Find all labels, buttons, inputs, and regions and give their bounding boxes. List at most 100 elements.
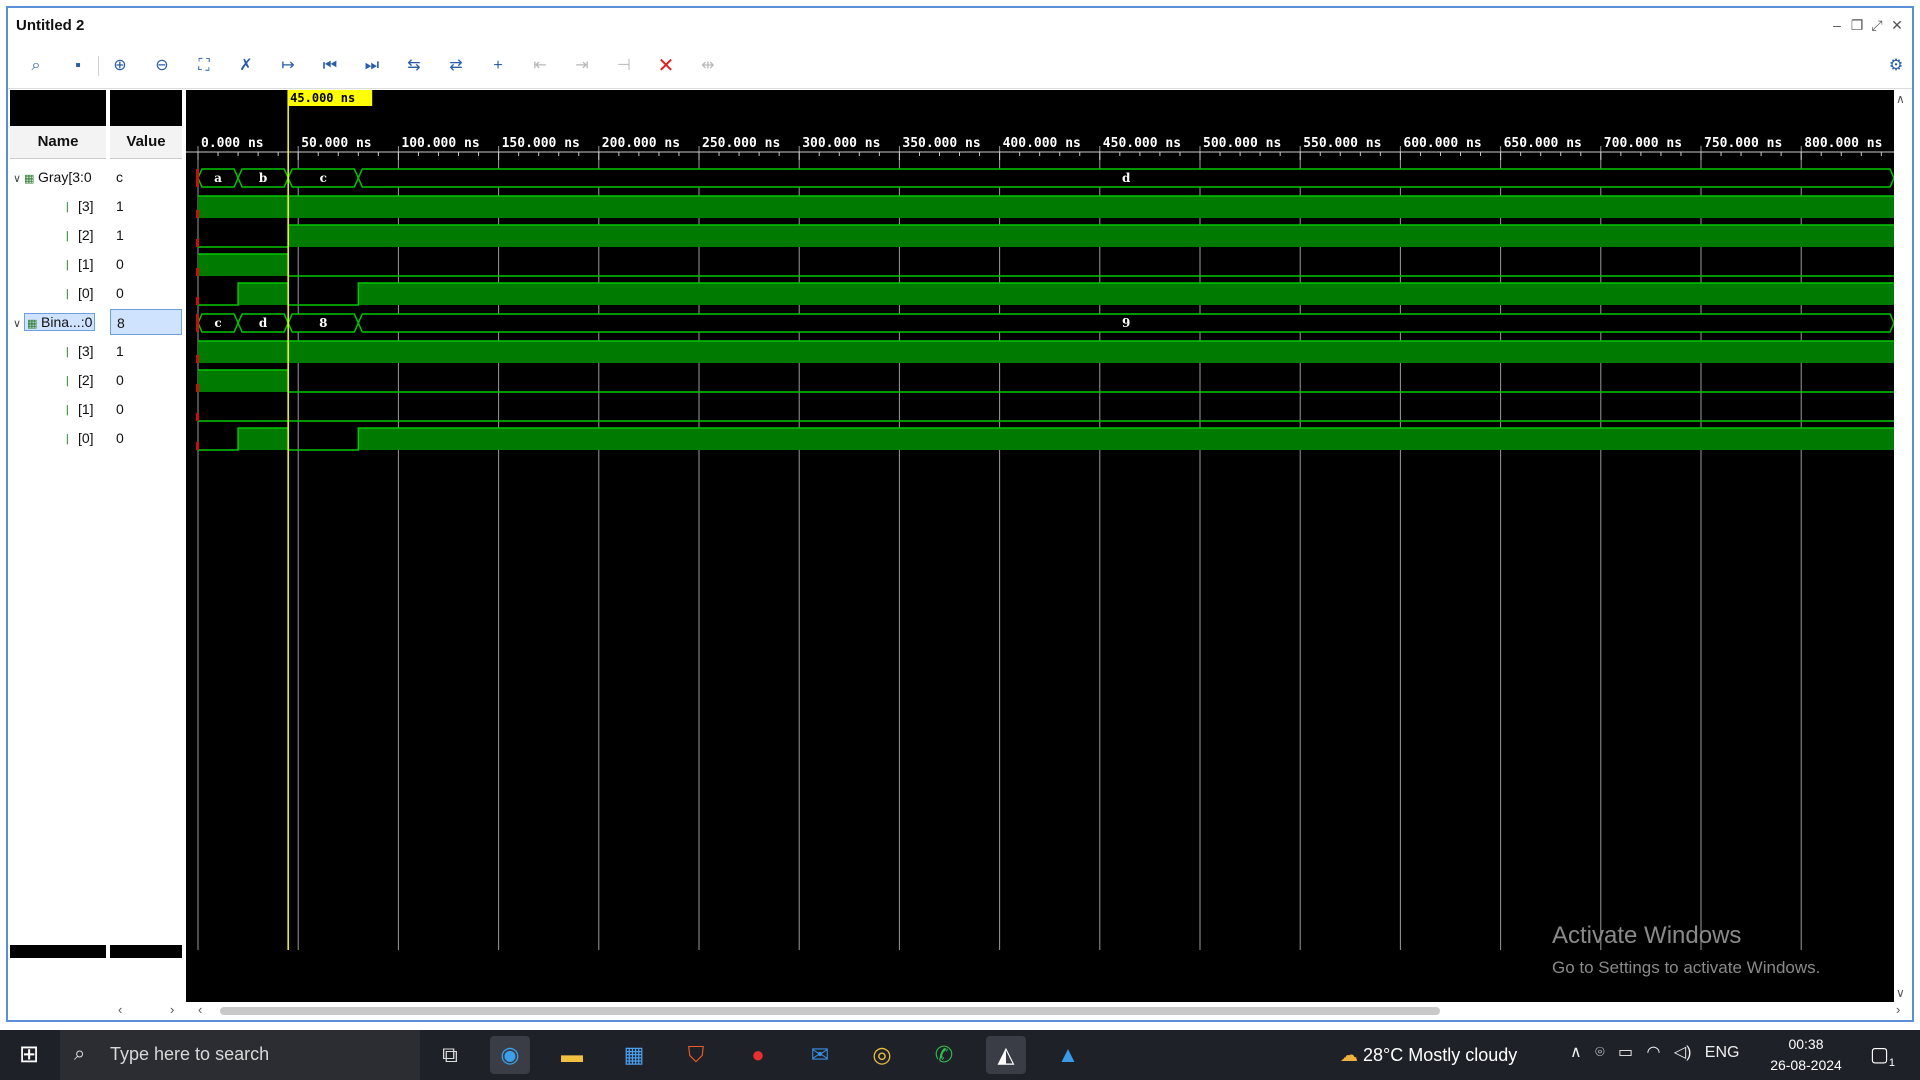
search-icon[interactable]: ⌕ <box>24 54 48 78</box>
horizontal-scrollbar[interactable]: ‹ › ‹ › <box>10 1002 1910 1020</box>
wifi-icon[interactable]: ◠ <box>1646 1044 1660 1061</box>
bit-high-fill <box>198 254 289 276</box>
language-indicator[interactable]: ENG <box>1705 1044 1740 1061</box>
unknown-marker <box>196 297 199 305</box>
windows-start-icon[interactable]: ⊞ <box>16 1042 42 1068</box>
scroll-right-icon[interactable]: › <box>1896 1002 1900 1017</box>
bit-icon: ᛁ <box>64 289 71 301</box>
name-panel-footer <box>10 958 106 1008</box>
photos-icon[interactable]: ▲ <box>1048 1036 1088 1074</box>
minimize-icon[interactable]: – <box>1828 16 1846 34</box>
bit-high-fill <box>238 283 289 305</box>
next-transition-icon[interactable]: ⏭ <box>360 54 384 78</box>
scroll-up-icon[interactable]: ∧ <box>1896 92 1905 106</box>
bit-icon: ᛁ <box>64 347 71 359</box>
waveform-canvas[interactable]: 0.000 ns 50.000 ns 100.000 ns 150.000 ns 200… <box>186 90 1902 1002</box>
wps-icon[interactable]: ● <box>738 1036 778 1074</box>
float-icon[interactable]: ⤢ <box>1868 16 1886 34</box>
chevron-up-icon[interactable]: ∧ <box>1570 1044 1582 1061</box>
signal-name[interactable]: ᛁ [2] <box>10 367 106 393</box>
scroll-thumb[interactable] <box>220 1007 1440 1015</box>
clock[interactable]: 00:38 26-08-2024 <box>1766 1034 1846 1076</box>
unknown-marker <box>196 268 199 276</box>
battery-icon[interactable]: ▭ <box>1618 1044 1633 1061</box>
signal-name[interactable]: ᛁ [1] <box>10 251 106 277</box>
signal-name[interactable]: ᛁ [0] <box>10 425 106 451</box>
previous-marker-icon[interactable]: ⇤ <box>528 54 552 78</box>
clock-date: 26-08-2024 <box>1770 1057 1842 1073</box>
whatsapp-icon[interactable]: ✆ <box>924 1036 964 1074</box>
store-icon[interactable]: ▦ <box>614 1036 654 1074</box>
signal-name[interactable]: ᛁ [1] <box>10 396 106 422</box>
restore-icon[interactable]: ❐ <box>1848 16 1866 34</box>
remove-marker-icon[interactable]: ✕ <box>654 54 678 78</box>
swap-cursor-icon[interactable]: ⊣ <box>612 54 636 78</box>
signal-name-binary[interactable]: ∨ ▦ Bina...:0 <box>10 309 106 335</box>
signal-value: 0 <box>116 285 124 301</box>
time-tick-label: 450.000 ns <box>1103 136 1181 151</box>
scroll-right-icon[interactable]: › <box>170 1002 174 1017</box>
bit-icon: ᛁ <box>64 260 71 272</box>
file-explorer-icon[interactable]: ▬ <box>552 1036 592 1074</box>
bus-value-label: a <box>214 171 222 185</box>
next-marker-icon[interactable]: ⇥ <box>570 54 594 78</box>
go-to-cursor-icon[interactable]: ↦ <box>276 54 300 78</box>
title-bar: Untitled 2 – ❐ ⤢ ✕ <box>8 8 1912 44</box>
taskbar-search[interactable]: ⌕ Type here to search <box>60 1030 420 1080</box>
clock-time: 00:38 <box>1788 1036 1824 1052</box>
value-header[interactable]: Value <box>110 126 182 159</box>
notification-icon[interactable]: ▢1 <box>1870 1042 1895 1069</box>
volume-icon[interactable]: ◁) <box>1674 1044 1692 1061</box>
time-tick-label: 200.000 ns <box>602 136 680 151</box>
task-view-icon[interactable]: ⧉ <box>430 1036 470 1074</box>
swap-icon[interactable]: ⇆ <box>402 54 426 78</box>
toolbar: ⌕ ▪ ⊕ ⊖ ⛶ ✗ ↦ ⏮ ⏭ ⇆ ⇄ + ⇤ ⇥ ⊣ ✕ ⇹ ⚙ <box>8 44 1912 89</box>
camera-icon[interactable]: ⌾ <box>1595 1044 1605 1061</box>
weather-widget[interactable]: ☁ 28°C Mostly cloudy <box>1340 1040 1517 1070</box>
chevron-down-icon[interactable]: ∨ <box>10 166 24 190</box>
swap-alt-icon[interactable]: ⇄ <box>444 54 468 78</box>
close-icon[interactable]: ✕ <box>1888 16 1906 34</box>
signal-value: 1 <box>116 343 124 359</box>
waveform-area[interactable]: 0.000 ns 50.000 ns 100.000 ns 150.000 ns 200… <box>186 90 1910 1020</box>
time-tick-label: 250.000 ns <box>702 136 780 151</box>
settings-icon[interactable]: ⚙ <box>1884 54 1908 78</box>
scroll-left-icon[interactable]: ‹ <box>118 1002 122 1017</box>
zoom-fit-icon[interactable]: ⛶ <box>192 54 216 78</box>
taskbar: ⊞ ⌕ Type here to search ⧉ ◉ ▬ ▦ ⛉ ● ✉ ◎ … <box>0 1030 1920 1080</box>
brave-icon[interactable]: ⛉ <box>676 1036 716 1074</box>
signal-name[interactable]: ᛁ [0] <box>10 280 106 306</box>
unknown-marker <box>196 442 199 450</box>
signal-name[interactable]: ᛁ [3] <box>10 193 106 219</box>
signal-name-gray[interactable]: ∨ ▦ Gray[3:0 <box>10 164 106 190</box>
scroll-down-icon[interactable]: ∨ <box>1896 986 1905 1000</box>
previous-transition-icon[interactable]: ⏮ <box>318 54 342 78</box>
scroll-left-icon[interactable]: ‹ <box>198 1002 202 1017</box>
remove-all-icon[interactable]: ⇹ <box>696 54 720 78</box>
signal-name[interactable]: ᛁ [2] <box>10 222 106 248</box>
weather-text: 28°C Mostly cloudy <box>1363 1045 1518 1065</box>
bus-icon: ▦ <box>27 318 38 330</box>
time-tick-label: 700.000 ns <box>1604 136 1682 151</box>
signal-value: 0 <box>116 256 124 272</box>
zoom-in-icon[interactable]: ⊕ <box>108 54 132 78</box>
time-tick-label: 600.000 ns <box>1403 136 1481 151</box>
edge-icon[interactable]: ◉ <box>490 1036 530 1074</box>
zoom-out-icon[interactable]: ⊖ <box>150 54 174 78</box>
bit-high-fill <box>198 341 1894 363</box>
vivado-icon[interactable]: ◭ <box>986 1036 1026 1074</box>
name-header[interactable]: Name <box>10 126 106 159</box>
unknown-marker <box>196 413 199 421</box>
waveform-window: Untitled 2 – ❐ ⤢ ✕ ⌕ ▪ ⊕ ⊖ ⛶ ✗ ↦ ⏮ ⏭ ⇆ ⇄… <box>6 6 1914 1022</box>
signal-value: c <box>116 169 123 185</box>
save-icon[interactable]: ▪ <box>66 54 90 78</box>
signal-name[interactable]: ᛁ [3] <box>10 338 106 364</box>
chrome-icon[interactable]: ◎ <box>862 1036 902 1074</box>
chevron-down-icon[interactable]: ∨ <box>10 311 24 335</box>
unknown-marker <box>196 384 199 392</box>
vertical-scrollbar[interactable]: ∧ ∨ <box>1894 90 1910 1020</box>
snap-icon[interactable]: ✗ <box>234 54 258 78</box>
add-marker-icon[interactable]: + <box>486 54 510 78</box>
mail-icon[interactable]: ✉ <box>800 1036 840 1074</box>
signal-value: 8 <box>110 309 182 335</box>
